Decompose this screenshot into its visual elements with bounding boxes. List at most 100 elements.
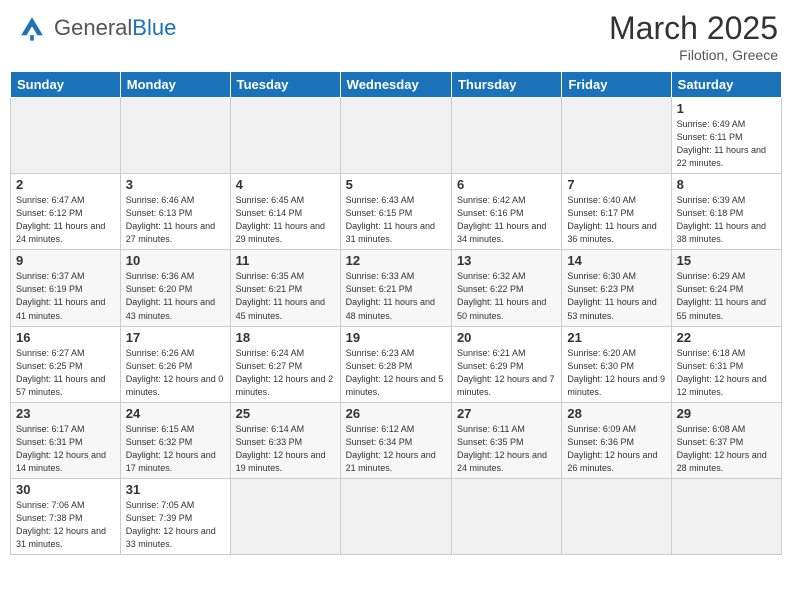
- day-info: Sunrise: 6:15 AM Sunset: 6:32 PM Dayligh…: [126, 423, 225, 475]
- day-number: 5: [346, 177, 446, 192]
- calendar-cell: [451, 478, 561, 554]
- calendar-cell: [340, 478, 451, 554]
- month-title: March 2025: [609, 10, 778, 47]
- day-number: 23: [16, 406, 115, 421]
- day-info: Sunrise: 6:36 AM Sunset: 6:20 PM Dayligh…: [126, 270, 225, 322]
- day-header-friday: Friday: [562, 72, 671, 98]
- day-number: 28: [567, 406, 665, 421]
- calendar-cell: 9 Sunrise: 6:37 AM Sunset: 6:19 PM Daylig…: [11, 250, 121, 326]
- day-info: Sunrise: 6:43 AM Sunset: 6:15 PM Dayligh…: [346, 194, 446, 246]
- calendar-cell: 12Sunrise: 6:33 AM Sunset: 6:21 PM Dayli…: [340, 250, 451, 326]
- day-info: Sunrise: 6:30 AM Sunset: 6:23 PM Dayligh…: [567, 270, 665, 322]
- day-info: Sunrise: 6:37 AM Sunset: 6:19 PM Dayligh…: [16, 270, 115, 322]
- calendar-cell: 20Sunrise: 6:21 AM Sunset: 6:29 PM Dayli…: [451, 326, 561, 402]
- day-header-saturday: Saturday: [671, 72, 781, 98]
- day-info: Sunrise: 6:49 AM Sunset: 6:11 PM Dayligh…: [677, 118, 776, 170]
- day-info: Sunrise: 7:05 AM Sunset: 7:39 PM Dayligh…: [126, 499, 225, 551]
- day-number: 17: [126, 330, 225, 345]
- day-number: 15: [677, 253, 776, 268]
- logo: GeneralBlue: [14, 10, 176, 46]
- day-number: 31: [126, 482, 225, 497]
- day-info: Sunrise: 6:17 AM Sunset: 6:31 PM Dayligh…: [16, 423, 115, 475]
- day-number: 9: [16, 253, 115, 268]
- day-info: Sunrise: 6:26 AM Sunset: 6:26 PM Dayligh…: [126, 347, 225, 399]
- day-info: Sunrise: 6:11 AM Sunset: 6:35 PM Dayligh…: [457, 423, 556, 475]
- day-number: 16: [16, 330, 115, 345]
- day-info: Sunrise: 7:06 AM Sunset: 7:38 PM Dayligh…: [16, 499, 115, 551]
- calendar-cell: 22 Sunrise: 6:18 AM Sunset: 6:31 PM Dayli…: [671, 326, 781, 402]
- day-number: 12: [346, 253, 446, 268]
- calendar-cell: [671, 478, 781, 554]
- calendar-cell: 28 Sunrise: 6:09 AM Sunset: 6:36 PM Dayli…: [562, 402, 671, 478]
- day-number: 27: [457, 406, 556, 421]
- day-info: Sunrise: 6:21 AM Sunset: 6:29 PM Dayligh…: [457, 347, 556, 399]
- calendar-cell: 27 Sunrise: 6:11 AM Sunset: 6:35 PM Dayli…: [451, 402, 561, 478]
- day-number: 30: [16, 482, 115, 497]
- calendar-cell: 24 Sunrise: 6:15 AM Sunset: 6:32 PM Dayli…: [120, 402, 230, 478]
- day-number: 2: [16, 177, 115, 192]
- day-number: 8: [677, 177, 776, 192]
- calendar-cell: 6 Sunrise: 6:42 AM Sunset: 6:16 PM Daylig…: [451, 174, 561, 250]
- calendar-cell: 8Sunrise: 6:39 AM Sunset: 6:18 PM Daylig…: [671, 174, 781, 250]
- calendar-cell: 17 Sunrise: 6:26 AM Sunset: 6:26 PM Dayli…: [120, 326, 230, 402]
- calendar-cell: 23 Sunrise: 6:17 AM Sunset: 6:31 PM Dayli…: [11, 402, 121, 478]
- calendar-cell: 10Sunrise: 6:36 AM Sunset: 6:20 PM Dayli…: [120, 250, 230, 326]
- week-row-1: 1 Sunrise: 6:49 AM Sunset: 6:11 PM Daylig…: [11, 98, 782, 174]
- day-number: 11: [236, 253, 335, 268]
- calendar-cell: 15 Sunrise: 6:29 AM Sunset: 6:24 PM Dayli…: [671, 250, 781, 326]
- day-number: 22: [677, 330, 776, 345]
- day-header-tuesday: Tuesday: [230, 72, 340, 98]
- day-number: 1: [677, 101, 776, 116]
- day-info: Sunrise: 6:18 AM Sunset: 6:31 PM Dayligh…: [677, 347, 776, 399]
- calendar-cell: 4Sunrise: 6:45 AM Sunset: 6:14 PM Daylig…: [230, 174, 340, 250]
- day-info: Sunrise: 6:08 AM Sunset: 6:37 PM Dayligh…: [677, 423, 776, 475]
- day-number: 13: [457, 253, 556, 268]
- day-info: Sunrise: 6:35 AM Sunset: 6:21 PM Dayligh…: [236, 270, 335, 322]
- day-number: 29: [677, 406, 776, 421]
- calendar-cell: 14Sunrise: 6:30 AM Sunset: 6:23 PM Dayli…: [562, 250, 671, 326]
- day-number: 18: [236, 330, 335, 345]
- title-block: March 2025 Filotion, Greece: [609, 10, 778, 63]
- day-header-wednesday: Wednesday: [340, 72, 451, 98]
- day-info: Sunrise: 6:27 AM Sunset: 6:25 PM Dayligh…: [16, 347, 115, 399]
- calendar-cell: [120, 98, 230, 174]
- day-info: Sunrise: 6:12 AM Sunset: 6:34 PM Dayligh…: [346, 423, 446, 475]
- calendar-cell: [230, 98, 340, 174]
- calendar: SundayMondayTuesdayWednesdayThursdayFrid…: [10, 71, 782, 555]
- day-info: Sunrise: 6:45 AM Sunset: 6:14 PM Dayligh…: [236, 194, 335, 246]
- day-info: Sunrise: 6:32 AM Sunset: 6:22 PM Dayligh…: [457, 270, 556, 322]
- calendar-cell: 21 Sunrise: 6:20 AM Sunset: 6:30 PM Dayli…: [562, 326, 671, 402]
- calendar-cell: 30 Sunrise: 7:06 AM Sunset: 7:38 PM Dayli…: [11, 478, 121, 554]
- day-info: Sunrise: 6:24 AM Sunset: 6:27 PM Dayligh…: [236, 347, 335, 399]
- week-row-2: 2 Sunrise: 6:47 AM Sunset: 6:12 PM Daylig…: [11, 174, 782, 250]
- calendar-cell: [230, 478, 340, 554]
- day-number: 19: [346, 330, 446, 345]
- day-number: 21: [567, 330, 665, 345]
- calendar-cell: [451, 98, 561, 174]
- day-number: 24: [126, 406, 225, 421]
- calendar-cell: 16 Sunrise: 6:27 AM Sunset: 6:25 PM Dayli…: [11, 326, 121, 402]
- calendar-cell: 29 Sunrise: 6:08 AM Sunset: 6:37 PM Dayli…: [671, 402, 781, 478]
- calendar-header-row: SundayMondayTuesdayWednesdayThursdayFrid…: [11, 72, 782, 98]
- calendar-cell: 11 Sunrise: 6:35 AM Sunset: 6:21 PM Dayli…: [230, 250, 340, 326]
- day-info: Sunrise: 6:46 AM Sunset: 6:13 PM Dayligh…: [126, 194, 225, 246]
- calendar-cell: [562, 478, 671, 554]
- day-info: Sunrise: 6:47 AM Sunset: 6:12 PM Dayligh…: [16, 194, 115, 246]
- calendar-cell: 19Sunrise: 6:23 AM Sunset: 6:28 PM Dayli…: [340, 326, 451, 402]
- day-info: Sunrise: 6:09 AM Sunset: 6:36 PM Dayligh…: [567, 423, 665, 475]
- day-info: Sunrise: 6:42 AM Sunset: 6:16 PM Dayligh…: [457, 194, 556, 246]
- day-info: Sunrise: 6:29 AM Sunset: 6:24 PM Dayligh…: [677, 270, 776, 322]
- day-number: 6: [457, 177, 556, 192]
- calendar-cell: 5 Sunrise: 6:43 AM Sunset: 6:15 PM Daylig…: [340, 174, 451, 250]
- calendar-cell: 2 Sunrise: 6:47 AM Sunset: 6:12 PM Daylig…: [11, 174, 121, 250]
- logo-icon: [14, 10, 50, 46]
- day-header-monday: Monday: [120, 72, 230, 98]
- day-header-thursday: Thursday: [451, 72, 561, 98]
- calendar-cell: [340, 98, 451, 174]
- day-info: Sunrise: 6:20 AM Sunset: 6:30 PM Dayligh…: [567, 347, 665, 399]
- day-info: Sunrise: 6:14 AM Sunset: 6:33 PM Dayligh…: [236, 423, 335, 475]
- location: Filotion, Greece: [609, 47, 778, 63]
- week-row-3: 9 Sunrise: 6:37 AM Sunset: 6:19 PM Daylig…: [11, 250, 782, 326]
- logo-text: GeneralBlue: [54, 17, 176, 39]
- day-number: 3: [126, 177, 225, 192]
